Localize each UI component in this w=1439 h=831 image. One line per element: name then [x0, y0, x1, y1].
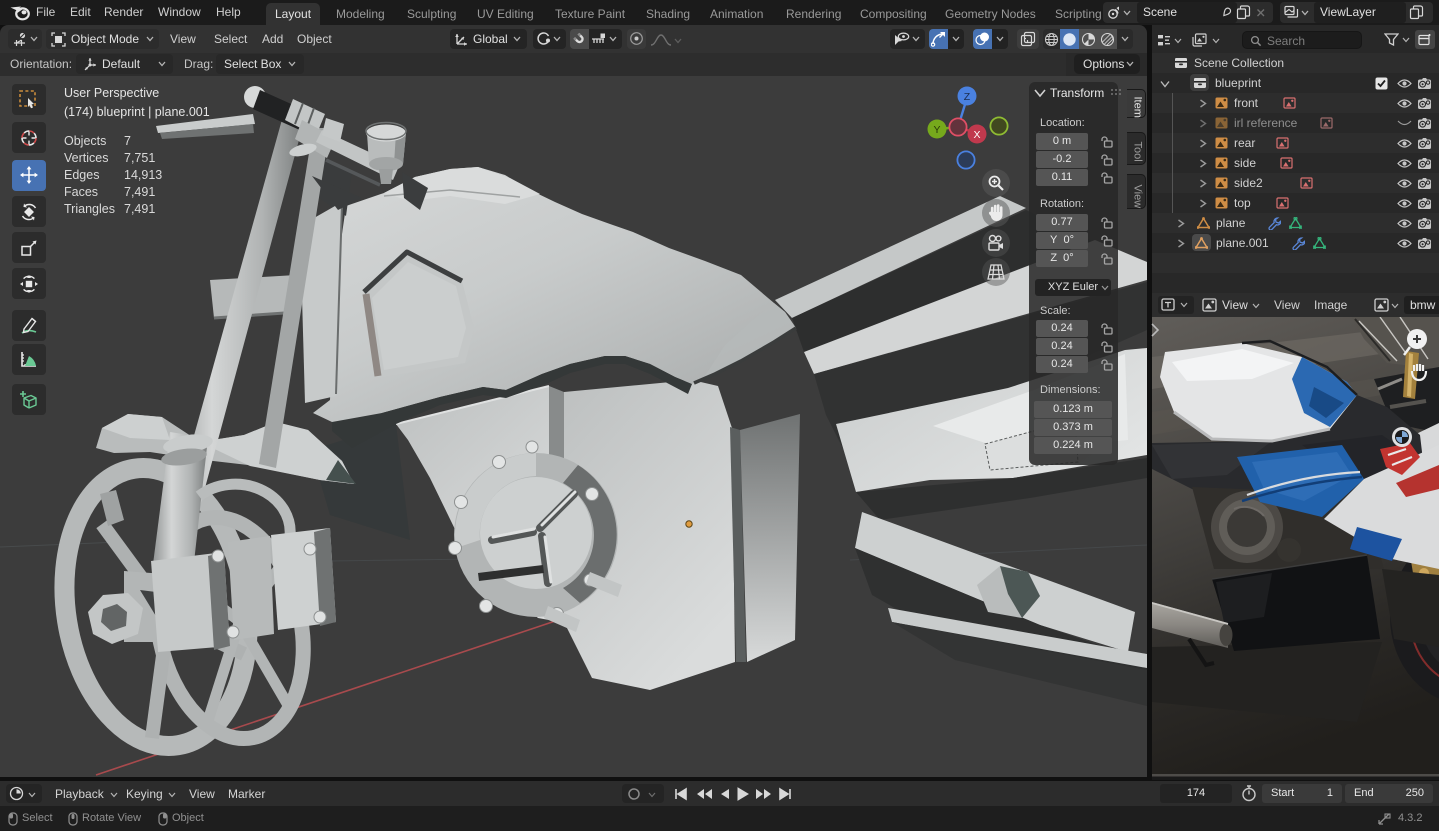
- svg-text:Z: Z: [964, 91, 971, 103]
- svg-text:Y: Y: [933, 124, 940, 136]
- svg-text:X: X: [973, 129, 980, 141]
